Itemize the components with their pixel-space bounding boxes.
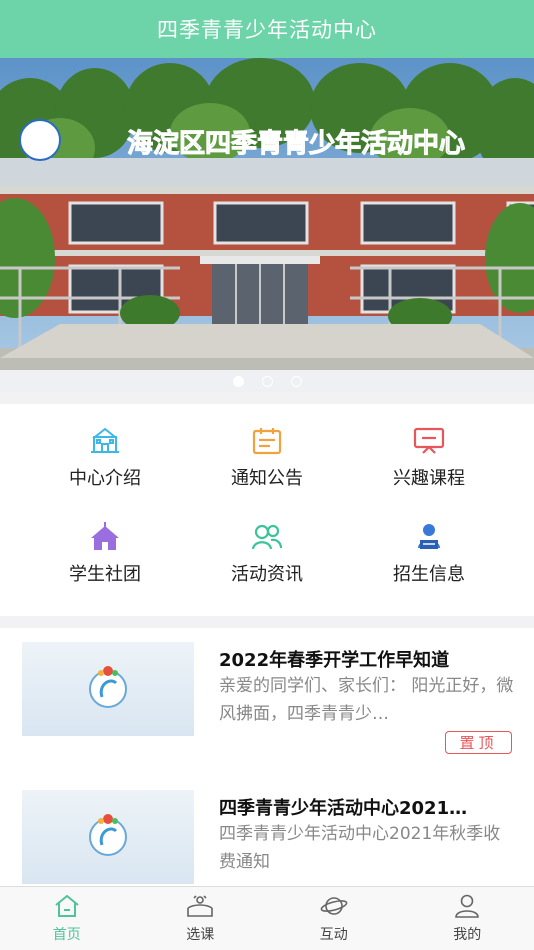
tab-mine[interactable]: 我的 [401,887,534,950]
menu-item-courses[interactable]: 兴趣课程 [340,410,518,490]
bottom-tab-bar: 首页 选课 互动 我的 [0,886,534,950]
tab-label: 互动 [319,927,348,943]
notice-board-icon [250,424,284,458]
tab-course-select[interactable]: 选课 [134,887,268,950]
tab-label: 首页 [52,927,81,943]
menu-item-center-intro[interactable]: 中心介绍 [16,410,194,490]
tab-interact[interactable]: 互动 [267,887,401,950]
news-thumbnail [22,790,194,884]
menu-label: 招生信息 [393,564,465,585]
menu-item-clubs[interactable]: 学生社团 [16,506,194,586]
app-header: 四季青青少年活动中心 [0,0,534,58]
course-select-icon [186,892,214,920]
user-icon [453,892,481,920]
news-summary: 四季青青少年活动中心2021年秋季收费通知 [219,824,501,872]
carousel-indicator [0,370,534,392]
list-item[interactable]: 2022年春季开学工作早知道 亲爱的同学们、家长们： 阳光正好，微风拂面，四季青… [0,628,534,768]
enrollment-icon [412,520,446,554]
carousel-dot[interactable] [290,375,302,387]
banner-photo: 海淀区四季青青少年活动中心 [0,58,534,370]
menu-label: 中心介绍 [69,468,141,489]
planet-icon [320,892,348,920]
menu-item-notices[interactable]: 通知公告 [178,410,356,490]
menu-label: 活动资讯 [231,564,303,585]
news-thumbnail [22,642,194,736]
menu-item-activities[interactable]: 活动资讯 [178,506,356,586]
carousel-dot[interactable] [261,375,273,387]
school-building-icon [88,424,122,458]
club-tent-icon [88,520,122,554]
center-logo-icon [86,663,130,715]
center-logo-icon [86,811,130,863]
tab-label: 我的 [453,927,482,943]
feature-menu: 中心介绍 通知公告 兴趣课程 学生社团 活动资讯 招生信息 [0,404,534,616]
news-title: 2022年春季开学工作早知道 [219,650,450,671]
menu-item-enrollment[interactable]: 招生信息 [340,506,518,586]
carousel-dot[interactable] [232,375,244,387]
news-summary: 亲爱的同学们、家长们： 阳光正好，微风拂面，四季青青少… [219,676,514,724]
building-sign-text: 海淀区四季青青少年活动中心 [127,128,465,159]
pinned-badge: 置顶 [445,731,512,754]
page-title: 四季青青少年活动中心 [157,18,377,42]
menu-label: 兴趣课程 [393,468,465,489]
course-screen-icon [412,424,446,458]
tab-home[interactable]: 首页 [0,887,134,950]
news-list: 2022年春季开学工作早知道 亲爱的同学们、家长们： 阳光正好，微风拂面，四季青… [0,628,534,886]
people-icon [250,520,284,554]
menu-label: 通知公告 [231,468,303,489]
menu-label: 学生社团 [69,564,141,585]
news-title: 四季青青少年活动中心2021… [219,798,468,819]
list-item[interactable]: 四季青青少年活动中心2021… 四季青青少年活动中心2021年秋季收费通知 [0,778,534,886]
banner-carousel[interactable]: 海淀区四季青青少年活动中心 [0,58,534,370]
tab-label: 选课 [186,927,215,943]
home-icon [53,892,81,920]
